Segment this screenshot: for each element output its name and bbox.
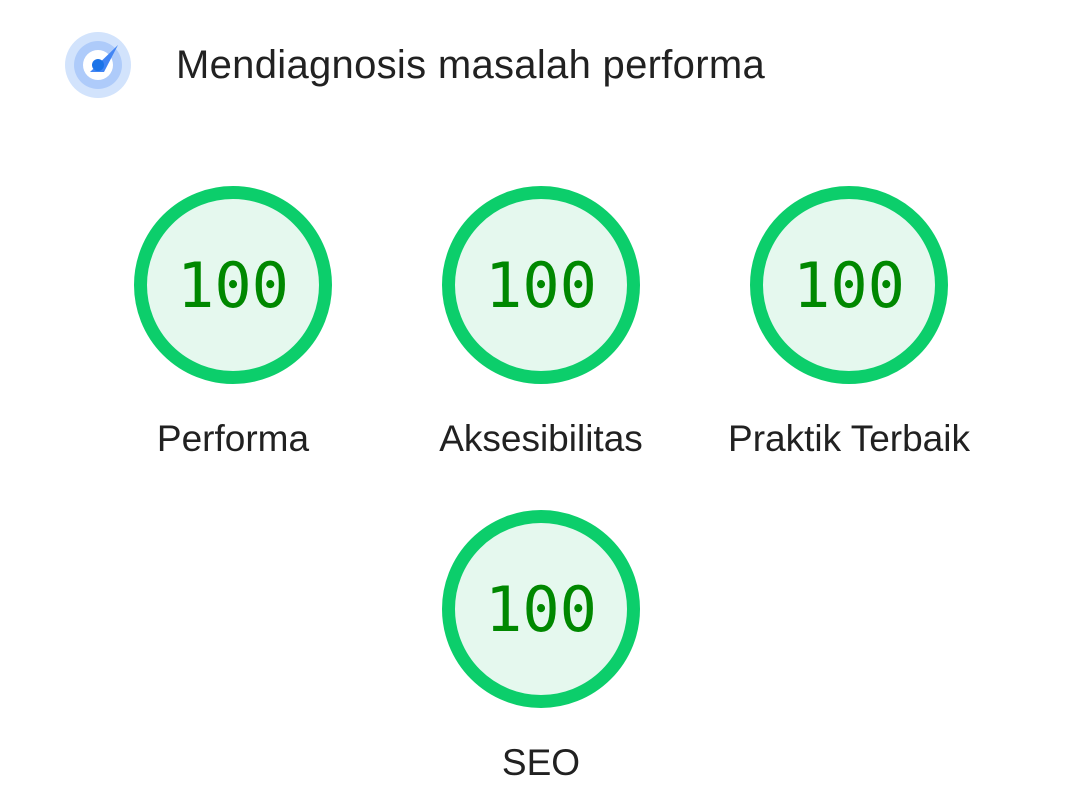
gauge-performa[interactable]: 100 Performa [83, 186, 383, 486]
score-value: 100 [177, 249, 289, 322]
report-header: Mendiagnosis masalah performa [64, 30, 765, 100]
gauge-label: Performa [156, 418, 310, 459]
score-value: 100 [793, 249, 905, 322]
gauge-label: Aksesibilitas [439, 418, 643, 459]
gauge-seo[interactable]: 100 SEO [391, 510, 691, 810]
page-title: Mendiagnosis masalah performa [176, 42, 765, 87]
score-value: 100 [485, 573, 597, 646]
gauge-aksesibilitas[interactable]: 100 Aksesibilitas [391, 186, 691, 486]
gauge-label: SEO [501, 742, 581, 783]
score-circle: 100 [442, 186, 640, 384]
gauge-label: Praktik Terbaik [728, 418, 970, 459]
gauge-praktik-terbaik[interactable]: 100 Praktik Terbaik [699, 186, 999, 486]
score-circle: 100 [134, 186, 332, 384]
score-circle: 100 [750, 186, 948, 384]
score-value: 100 [485, 249, 597, 322]
lighthouse-gauge-icon [65, 32, 131, 98]
score-circle: 100 [442, 510, 640, 708]
